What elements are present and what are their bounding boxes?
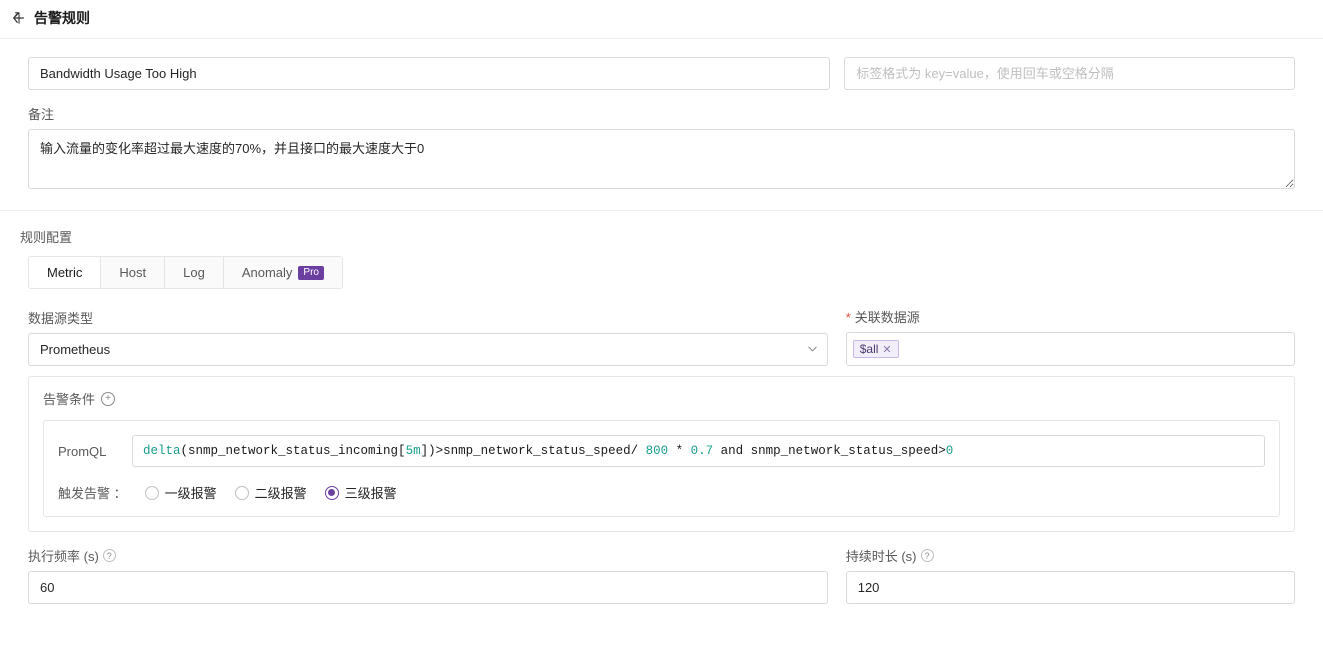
radio-label: 三级报警 — [345, 483, 397, 502]
remark-label: 备注 — [28, 104, 1295, 123]
tab-label: Host — [119, 265, 146, 280]
promql-label: PromQL — [58, 444, 118, 459]
rule-name-input[interactable] — [28, 57, 830, 90]
exec-freq-label: 执行频率 (s) ? — [28, 546, 828, 565]
datasource-type-label: 数据源类型 — [28, 308, 828, 327]
remark-textarea[interactable] — [28, 129, 1295, 189]
pro-badge: Pro — [298, 266, 324, 280]
radio-label: 二级报警 — [255, 483, 307, 502]
radio-level-3[interactable]: 三级报警 — [325, 483, 397, 502]
tab-label: Log — [183, 265, 205, 280]
rule-config-section-title: 规则配置 — [0, 211, 1323, 256]
tab-label: Metric — [47, 265, 82, 280]
radio-level-1[interactable]: 一级报警 — [145, 483, 217, 502]
tab-log[interactable]: Log — [165, 257, 224, 288]
close-icon[interactable]: ✕ — [882, 343, 891, 356]
radio-icon — [325, 486, 339, 500]
exec-freq-input[interactable] — [28, 571, 828, 604]
datasource-tag[interactable]: $all ✕ — [853, 340, 899, 358]
tab-host[interactable]: Host — [101, 257, 165, 288]
tab-anomaly[interactable]: Anomaly Pro — [224, 257, 342, 288]
duration-input[interactable] — [846, 571, 1295, 604]
tags-input[interactable] — [844, 57, 1295, 90]
datasource-tag-label: $all — [860, 342, 879, 356]
assoc-datasource-label: *关联数据源 — [846, 307, 1295, 326]
duration-label: 持续时长 (s) ? — [846, 546, 1295, 565]
trigger-label: 触发告警 ： — [58, 483, 127, 502]
radio-icon — [235, 486, 249, 500]
alert-condition-title: 告警条件 — [43, 389, 95, 408]
datasource-type-select[interactable]: Prometheus — [28, 333, 828, 366]
back-icon[interactable] — [12, 11, 26, 25]
promql-input[interactable]: delta(snmp_network_status_incoming[5m])>… — [132, 435, 1265, 467]
assoc-datasource-select[interactable]: $all ✕ — [846, 332, 1295, 366]
radio-level-2[interactable]: 二级报警 — [235, 483, 307, 502]
rule-type-tabs: Metric Host Log Anomaly Pro — [28, 256, 343, 289]
add-condition-icon[interactable]: + — [101, 392, 115, 406]
radio-icon — [145, 486, 159, 500]
tab-metric[interactable]: Metric — [29, 257, 101, 288]
help-icon[interactable]: ? — [103, 549, 116, 562]
datasource-type-value: Prometheus — [40, 342, 110, 357]
page-title: 告警规则 — [34, 8, 90, 28]
radio-label: 一级报警 — [165, 483, 217, 502]
help-icon[interactable]: ? — [921, 549, 934, 562]
tab-label: Anomaly — [242, 265, 293, 280]
